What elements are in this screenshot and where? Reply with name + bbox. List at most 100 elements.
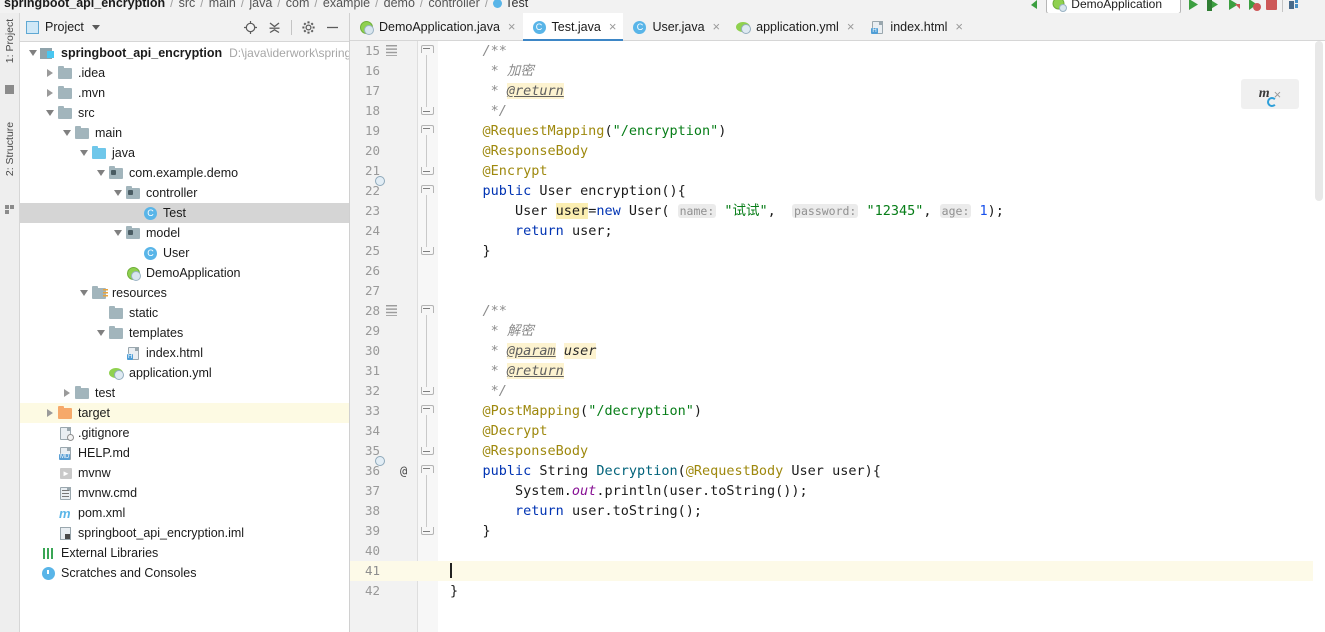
code-line[interactable]: 26 xyxy=(350,261,1325,281)
fold-end-icon[interactable] xyxy=(421,105,433,117)
code-line[interactable]: 22 public User encryption(){ xyxy=(350,181,1325,201)
code-line[interactable]: 25 } xyxy=(350,241,1325,261)
code-line[interactable]: 36@ public String Decryption(@RequestBod… xyxy=(350,461,1325,481)
override-marker-icon[interactable]: @ xyxy=(400,461,407,481)
line-number[interactable]: 38 xyxy=(350,501,380,521)
close-icon[interactable]: × xyxy=(955,20,963,33)
line-number[interactable]: 20 xyxy=(350,141,380,161)
code-line[interactable]: 19 @RequestMapping("/encryption") xyxy=(350,121,1325,141)
tree-row-selected[interactable]: CTest xyxy=(20,203,349,223)
code-line[interactable]: 37 System.out.println(user.toString()); xyxy=(350,481,1325,501)
tree-row[interactable]: .idea xyxy=(20,63,349,83)
line-number[interactable]: 28 xyxy=(350,301,380,321)
chevron-down-icon[interactable] xyxy=(94,323,108,343)
tree-row[interactable]: DemoApplication xyxy=(20,263,349,283)
code-line[interactable]: 29 * 解密 xyxy=(350,321,1325,341)
collapse-all-icon[interactable] xyxy=(267,20,282,35)
tree-row[interactable]: mpom.xml xyxy=(20,503,349,523)
code-lines[interactable]: 15 /**16 * 加密17 * @return18 */19 @Reques… xyxy=(350,41,1325,632)
editor-canvas[interactable]: 15 /**16 * 加密17 * @return18 */19 @Reques… xyxy=(350,41,1325,632)
tree-row[interactable]: src xyxy=(20,103,349,123)
line-number[interactable]: 31 xyxy=(350,361,380,381)
tree-row[interactable]: .gitignore xyxy=(20,423,349,443)
code-line[interactable]: 15 /** xyxy=(350,41,1325,61)
code-line[interactable]: 16 * 加密 xyxy=(350,61,1325,81)
chevron-right-icon[interactable] xyxy=(43,63,57,83)
spring-bean-gutter-icon[interactable] xyxy=(383,464,397,478)
code-line[interactable]: 18 */ xyxy=(350,101,1325,121)
code-line[interactable]: 32 */ xyxy=(350,381,1325,401)
breadcrumb-item[interactable]: Test xyxy=(493,0,528,10)
fold-end-icon[interactable] xyxy=(421,385,433,397)
locate-icon[interactable] xyxy=(243,20,258,35)
back-arrow-icon[interactable] xyxy=(1026,0,1041,12)
code-line[interactable]: 31 * @return xyxy=(350,361,1325,381)
javadoc-align-gutter-icon[interactable] xyxy=(386,45,397,56)
stripe-button-project[interactable]: 1: Project xyxy=(4,9,16,73)
editor-tab[interactable]: DemoApplication.java× xyxy=(350,13,523,40)
editor-tab[interactable]: Hindex.html× xyxy=(861,13,970,40)
chevron-down-icon[interactable] xyxy=(111,183,125,203)
line-number[interactable]: 27 xyxy=(350,281,380,301)
close-icon[interactable]: × xyxy=(847,20,855,33)
fold-end-icon[interactable] xyxy=(421,165,433,177)
fold-end-icon[interactable] xyxy=(421,245,433,257)
tree-row[interactable]: main xyxy=(20,123,349,143)
line-number[interactable]: 30 xyxy=(350,341,380,361)
tree-row[interactable]: MDHELP.md xyxy=(20,443,349,463)
run-with-coverage-button[interactable] xyxy=(1226,0,1241,12)
tree-row[interactable]: templates xyxy=(20,323,349,343)
breadcrumb-item[interactable]: example xyxy=(323,0,370,10)
vertical-scrollbar-thumb[interactable] xyxy=(1315,41,1323,201)
chevron-right-icon[interactable] xyxy=(43,403,57,423)
breadcrumb-item[interactable]: java xyxy=(249,0,272,10)
line-number[interactable]: 24 xyxy=(350,221,380,241)
tree-row[interactable]: java xyxy=(20,143,349,163)
tree-row[interactable]: Scratches and Consoles xyxy=(20,563,349,583)
hide-panel-icon[interactable] xyxy=(325,20,340,35)
code-line[interactable]: 27 xyxy=(350,281,1325,301)
chevron-down-icon[interactable] xyxy=(92,25,100,30)
chevron-down-icon[interactable] xyxy=(111,223,125,243)
chevron-down-icon[interactable] xyxy=(77,143,91,163)
line-number[interactable]: 33 xyxy=(350,401,380,421)
code-line[interactable]: 28 /** xyxy=(350,301,1325,321)
close-icon[interactable]: × xyxy=(508,20,516,33)
breadcrumb-item[interactable]: src xyxy=(179,0,196,10)
code-line[interactable]: 23 User user=new User( name: "试试", passw… xyxy=(350,201,1325,221)
fold-start-icon[interactable] xyxy=(421,405,433,417)
line-number[interactable]: 40 xyxy=(350,541,380,561)
tree-row[interactable]: test xyxy=(20,383,349,403)
code-line[interactable]: 40 xyxy=(350,541,1325,561)
fold-end-icon[interactable] xyxy=(421,525,433,537)
code-line[interactable]: 39 } xyxy=(350,521,1325,541)
chevron-down-icon[interactable] xyxy=(94,163,108,183)
line-number[interactable]: 41 xyxy=(350,561,380,581)
tree-row[interactable]: Hindex.html xyxy=(20,343,349,363)
line-number[interactable]: 29 xyxy=(350,321,380,341)
line-number[interactable]: 17 xyxy=(350,81,380,101)
code-line[interactable]: 21 @Encrypt xyxy=(350,161,1325,181)
tree-row[interactable]: .mvn xyxy=(20,83,349,103)
code-line[interactable]: 38 return user.toString(); xyxy=(350,501,1325,521)
line-number[interactable]: 42 xyxy=(350,581,380,601)
fold-end-icon[interactable] xyxy=(421,445,433,457)
chevron-down-icon[interactable] xyxy=(60,123,74,143)
code-line[interactable]: 20 @ResponseBody xyxy=(350,141,1325,161)
code-line[interactable]: 34 @Decrypt xyxy=(350,421,1325,441)
gear-icon[interactable] xyxy=(301,20,316,35)
breadcrumb-item[interactable]: controller xyxy=(428,0,479,10)
chevron-down-icon[interactable] xyxy=(43,103,57,123)
chevron-down-icon[interactable] xyxy=(77,283,91,303)
tree-row[interactable]: model xyxy=(20,223,349,243)
breadcrumb-item[interactable]: com xyxy=(286,0,310,10)
run-configuration-selector[interactable]: DemoApplication xyxy=(1046,0,1181,13)
line-number[interactable]: 16 xyxy=(350,61,380,81)
line-number[interactable]: 18 xyxy=(350,101,380,121)
tree-row[interactable]: mvnw.cmd xyxy=(20,483,349,503)
editor-tab[interactable]: CUser.java× xyxy=(623,13,727,40)
editor-tab-active[interactable]: CTest.java× xyxy=(523,13,624,40)
tree-row[interactable]: target xyxy=(20,403,349,423)
code-line[interactable]: 42} xyxy=(350,581,1325,601)
line-number[interactable]: 39 xyxy=(350,521,380,541)
